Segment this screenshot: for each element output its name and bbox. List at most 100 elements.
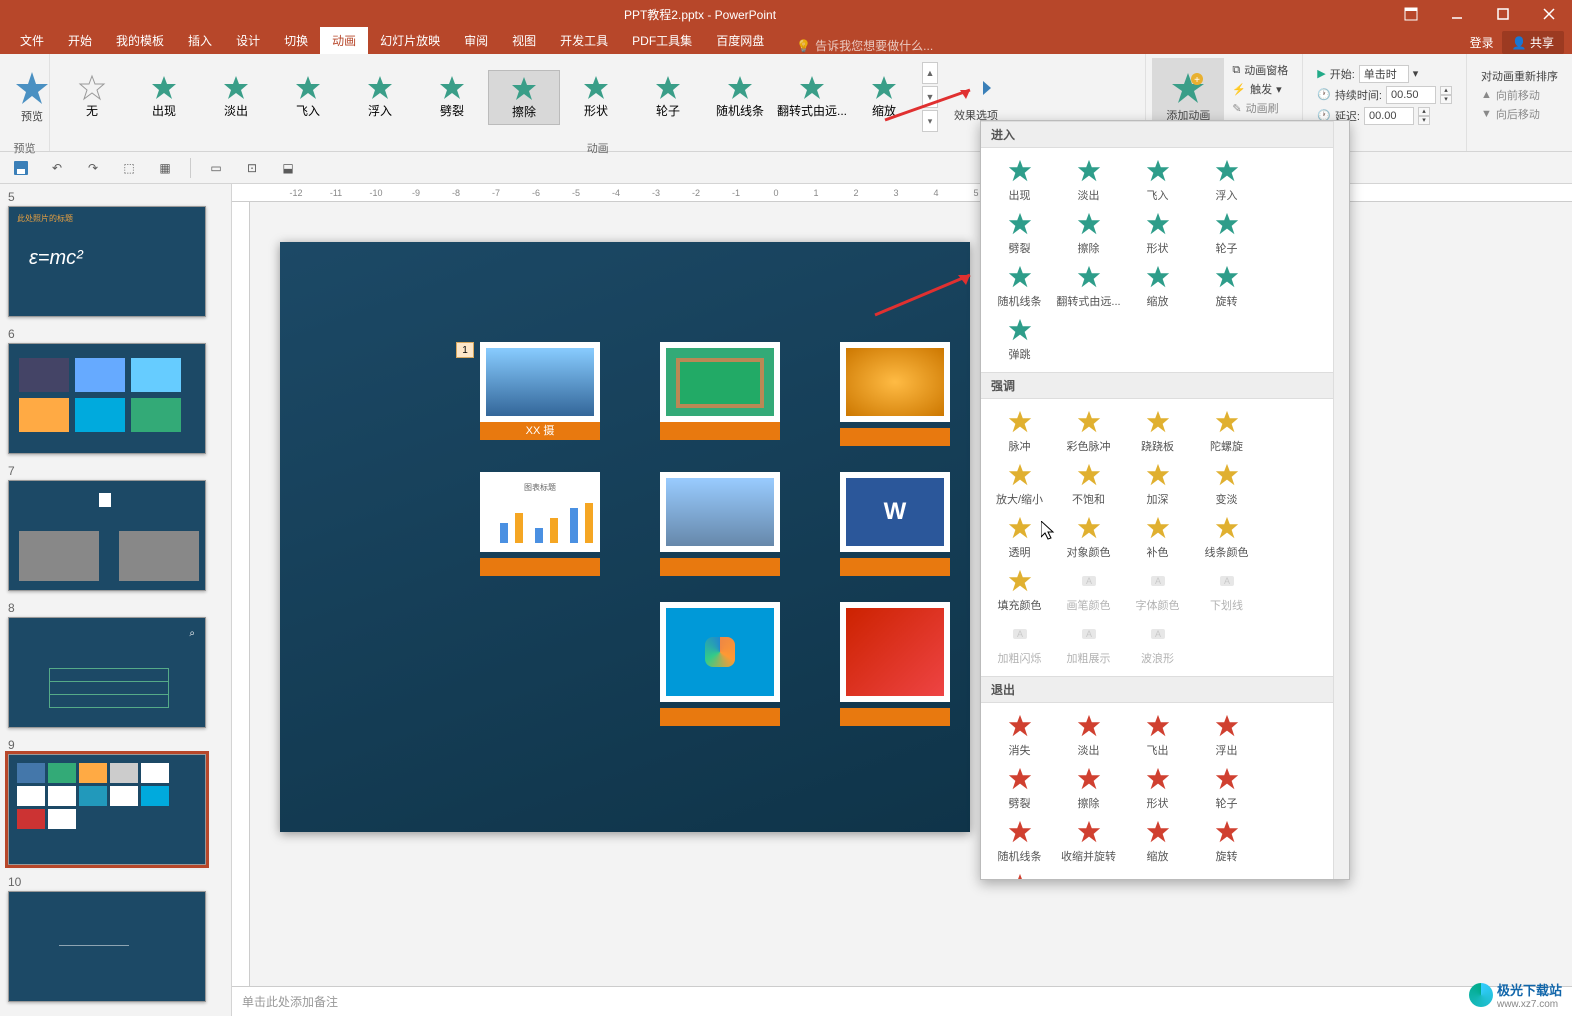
flyout-animation-item[interactable]: 劈裂 [985,207,1054,260]
spin-up-icon[interactable]: ▴ [1440,86,1452,95]
flyout-animation-item[interactable]: 出现 [985,154,1054,207]
flyout-animation-item[interactable]: 填充颜色 [985,564,1054,617]
maximize-icon[interactable] [1480,0,1526,28]
move-earlier-button[interactable]: ▲向前移动 [1481,87,1558,103]
flyout-animation-item[interactable]: 淡出 [1054,154,1123,207]
flyout-animation-item[interactable]: 变淡 [1192,458,1261,511]
image-caption[interactable] [840,558,950,576]
tab-developer[interactable]: 开发工具 [548,27,620,54]
animation-item-11[interactable]: 缩放 [848,70,920,125]
ribbon-display-options-icon[interactable] [1388,0,1434,28]
slide-thumbnails[interactable]: 5此处照片的标题ε=mc²678⌕910—————————— [0,184,232,1016]
flyout-animation-item[interactable]: 飞出 [1123,709,1192,762]
slide-thumbnail[interactable] [8,480,206,591]
tab-animations[interactable]: 动画 [320,27,368,54]
duration-input[interactable]: 00.50 [1386,86,1436,104]
qat-icon[interactable]: ⊡ [241,157,263,179]
spin-down-icon[interactable]: ▾ [1418,116,1430,125]
flyout-animation-item[interactable]: 放大/缩小 [985,458,1054,511]
slide-image[interactable] [480,342,600,422]
flyout-animation-item[interactable]: 补色 [1123,511,1192,564]
tab-pdf[interactable]: PDF工具集 [620,27,704,54]
slide-image[interactable]: W [840,472,950,552]
flyout-animation-item[interactable]: 消失 [985,709,1054,762]
animation-painter-button[interactable]: ✎动画刷 [1232,100,1288,116]
tab-file[interactable]: 文件 [8,27,56,54]
undo-icon[interactable]: ↶ [46,157,68,179]
animation-item-10[interactable]: 翻转式由远... [776,70,848,125]
flyout-animation-item[interactable]: 形状 [1123,207,1192,260]
tab-design[interactable]: 设计 [224,27,272,54]
tab-view[interactable]: 视图 [500,27,548,54]
flyout-animation-item[interactable]: 翻转式由远... [1054,260,1123,313]
qat-icon[interactable]: ▦ [154,157,176,179]
slide-image[interactable] [840,602,950,702]
qat-icon[interactable]: ▭ [205,157,227,179]
save-icon[interactable] [10,157,32,179]
slide-image[interactable] [660,472,780,552]
slide-thumbnail[interactable]: 此处照片的标题ε=mc² [8,206,206,317]
flyout-animation-item[interactable]: 擦除 [1054,207,1123,260]
flyout-animation-item[interactable]: 随机线条 [985,260,1054,313]
qat-icon[interactable]: ⬓ [277,157,299,179]
slide-image[interactable] [660,342,780,422]
flyout-scrollbar[interactable] [1333,121,1349,879]
share-button[interactable]: 👤 共享 [1502,31,1564,54]
tab-mytemplates[interactable]: 我的模板 [104,27,176,54]
redo-icon[interactable]: ↷ [82,157,104,179]
image-caption[interactable] [840,708,950,726]
delay-input[interactable]: 00.00 [1364,107,1414,125]
spin-up-icon[interactable]: ▴ [1418,107,1430,116]
chevron-down-icon[interactable]: ▾ [1413,67,1419,80]
animation-pane-button[interactable]: ⧉动画窗格 [1232,62,1288,78]
login-link[interactable]: 登录 [1470,34,1494,51]
flyout-animation-item[interactable]: 收缩并旋转 [1054,815,1123,868]
flyout-animation-item[interactable]: 浮出 [1192,709,1261,762]
flyout-animation-item[interactable]: 轮子 [1192,207,1261,260]
notes-pane[interactable]: 单击此处添加备注 [232,986,1572,1016]
animation-item-7[interactable]: 形状 [560,70,632,125]
flyout-animation-item[interactable]: 劈裂 [985,762,1054,815]
tell-me-box[interactable]: 💡 告诉我您想要做什么... [796,37,933,54]
flyout-animation-item[interactable]: 旋转 [1192,815,1261,868]
flyout-animation-item[interactable]: 缩放 [1123,815,1192,868]
flyout-animation-item[interactable]: 不饱和 [1054,458,1123,511]
tab-slideshow[interactable]: 幻灯片放映 [368,27,452,54]
tab-transitions[interactable]: 切换 [272,27,320,54]
animation-item-8[interactable]: 轮子 [632,70,704,125]
tab-home[interactable]: 开始 [56,27,104,54]
image-caption[interactable] [480,558,600,576]
flyout-animation-item[interactable]: 擦除 [1054,762,1123,815]
close-icon[interactable] [1526,0,1572,28]
slide-image[interactable] [660,602,780,702]
flyout-animation-item[interactable]: 弹跳 [985,313,1054,366]
trigger-button[interactable]: ⚡触发▾ [1232,81,1288,97]
flyout-animation-item[interactable]: 淡出 [1054,709,1123,762]
gallery-down-icon[interactable]: ▼ [922,86,938,108]
animation-item-4[interactable]: 浮入 [344,70,416,125]
canvas-area[interactable]: 1 XX 摄 图表标题 W [250,202,1572,986]
animation-item-5[interactable]: 劈裂 [416,70,488,125]
image-caption[interactable] [840,428,950,446]
image-caption[interactable] [660,708,780,726]
tab-baidu[interactable]: 百度网盘 [704,27,776,54]
animation-item-1[interactable]: 出现 [128,70,200,125]
flyout-animation-item[interactable]: 彩色脉冲 [1054,405,1123,458]
qat-icon[interactable]: ⬚ [118,157,140,179]
flyout-animation-item[interactable]: 脉冲 [985,405,1054,458]
slide-image[interactable]: 图表标题 [480,472,600,552]
tab-review[interactable]: 审阅 [452,27,500,54]
flyout-animation-item[interactable]: 随机线条 [985,815,1054,868]
image-caption[interactable] [660,422,780,440]
flyout-animation-item[interactable]: 飞入 [1123,154,1192,207]
flyout-animation-item[interactable]: 加深 [1123,458,1192,511]
animation-order-badge[interactable]: 1 [456,342,474,358]
flyout-animation-item[interactable]: 陀螺旋 [1192,405,1261,458]
gallery-more-icon[interactable]: ▾ [922,110,938,132]
animation-item-0[interactable]: 无 [56,70,128,125]
animation-item-2[interactable]: 淡出 [200,70,272,125]
slide-thumbnail[interactable] [8,754,206,865]
flyout-animation-item[interactable]: 浮入 [1192,154,1261,207]
slide-thumbnail[interactable]: ⌕ [8,617,206,728]
flyout-animation-item[interactable]: 缩放 [1123,260,1192,313]
